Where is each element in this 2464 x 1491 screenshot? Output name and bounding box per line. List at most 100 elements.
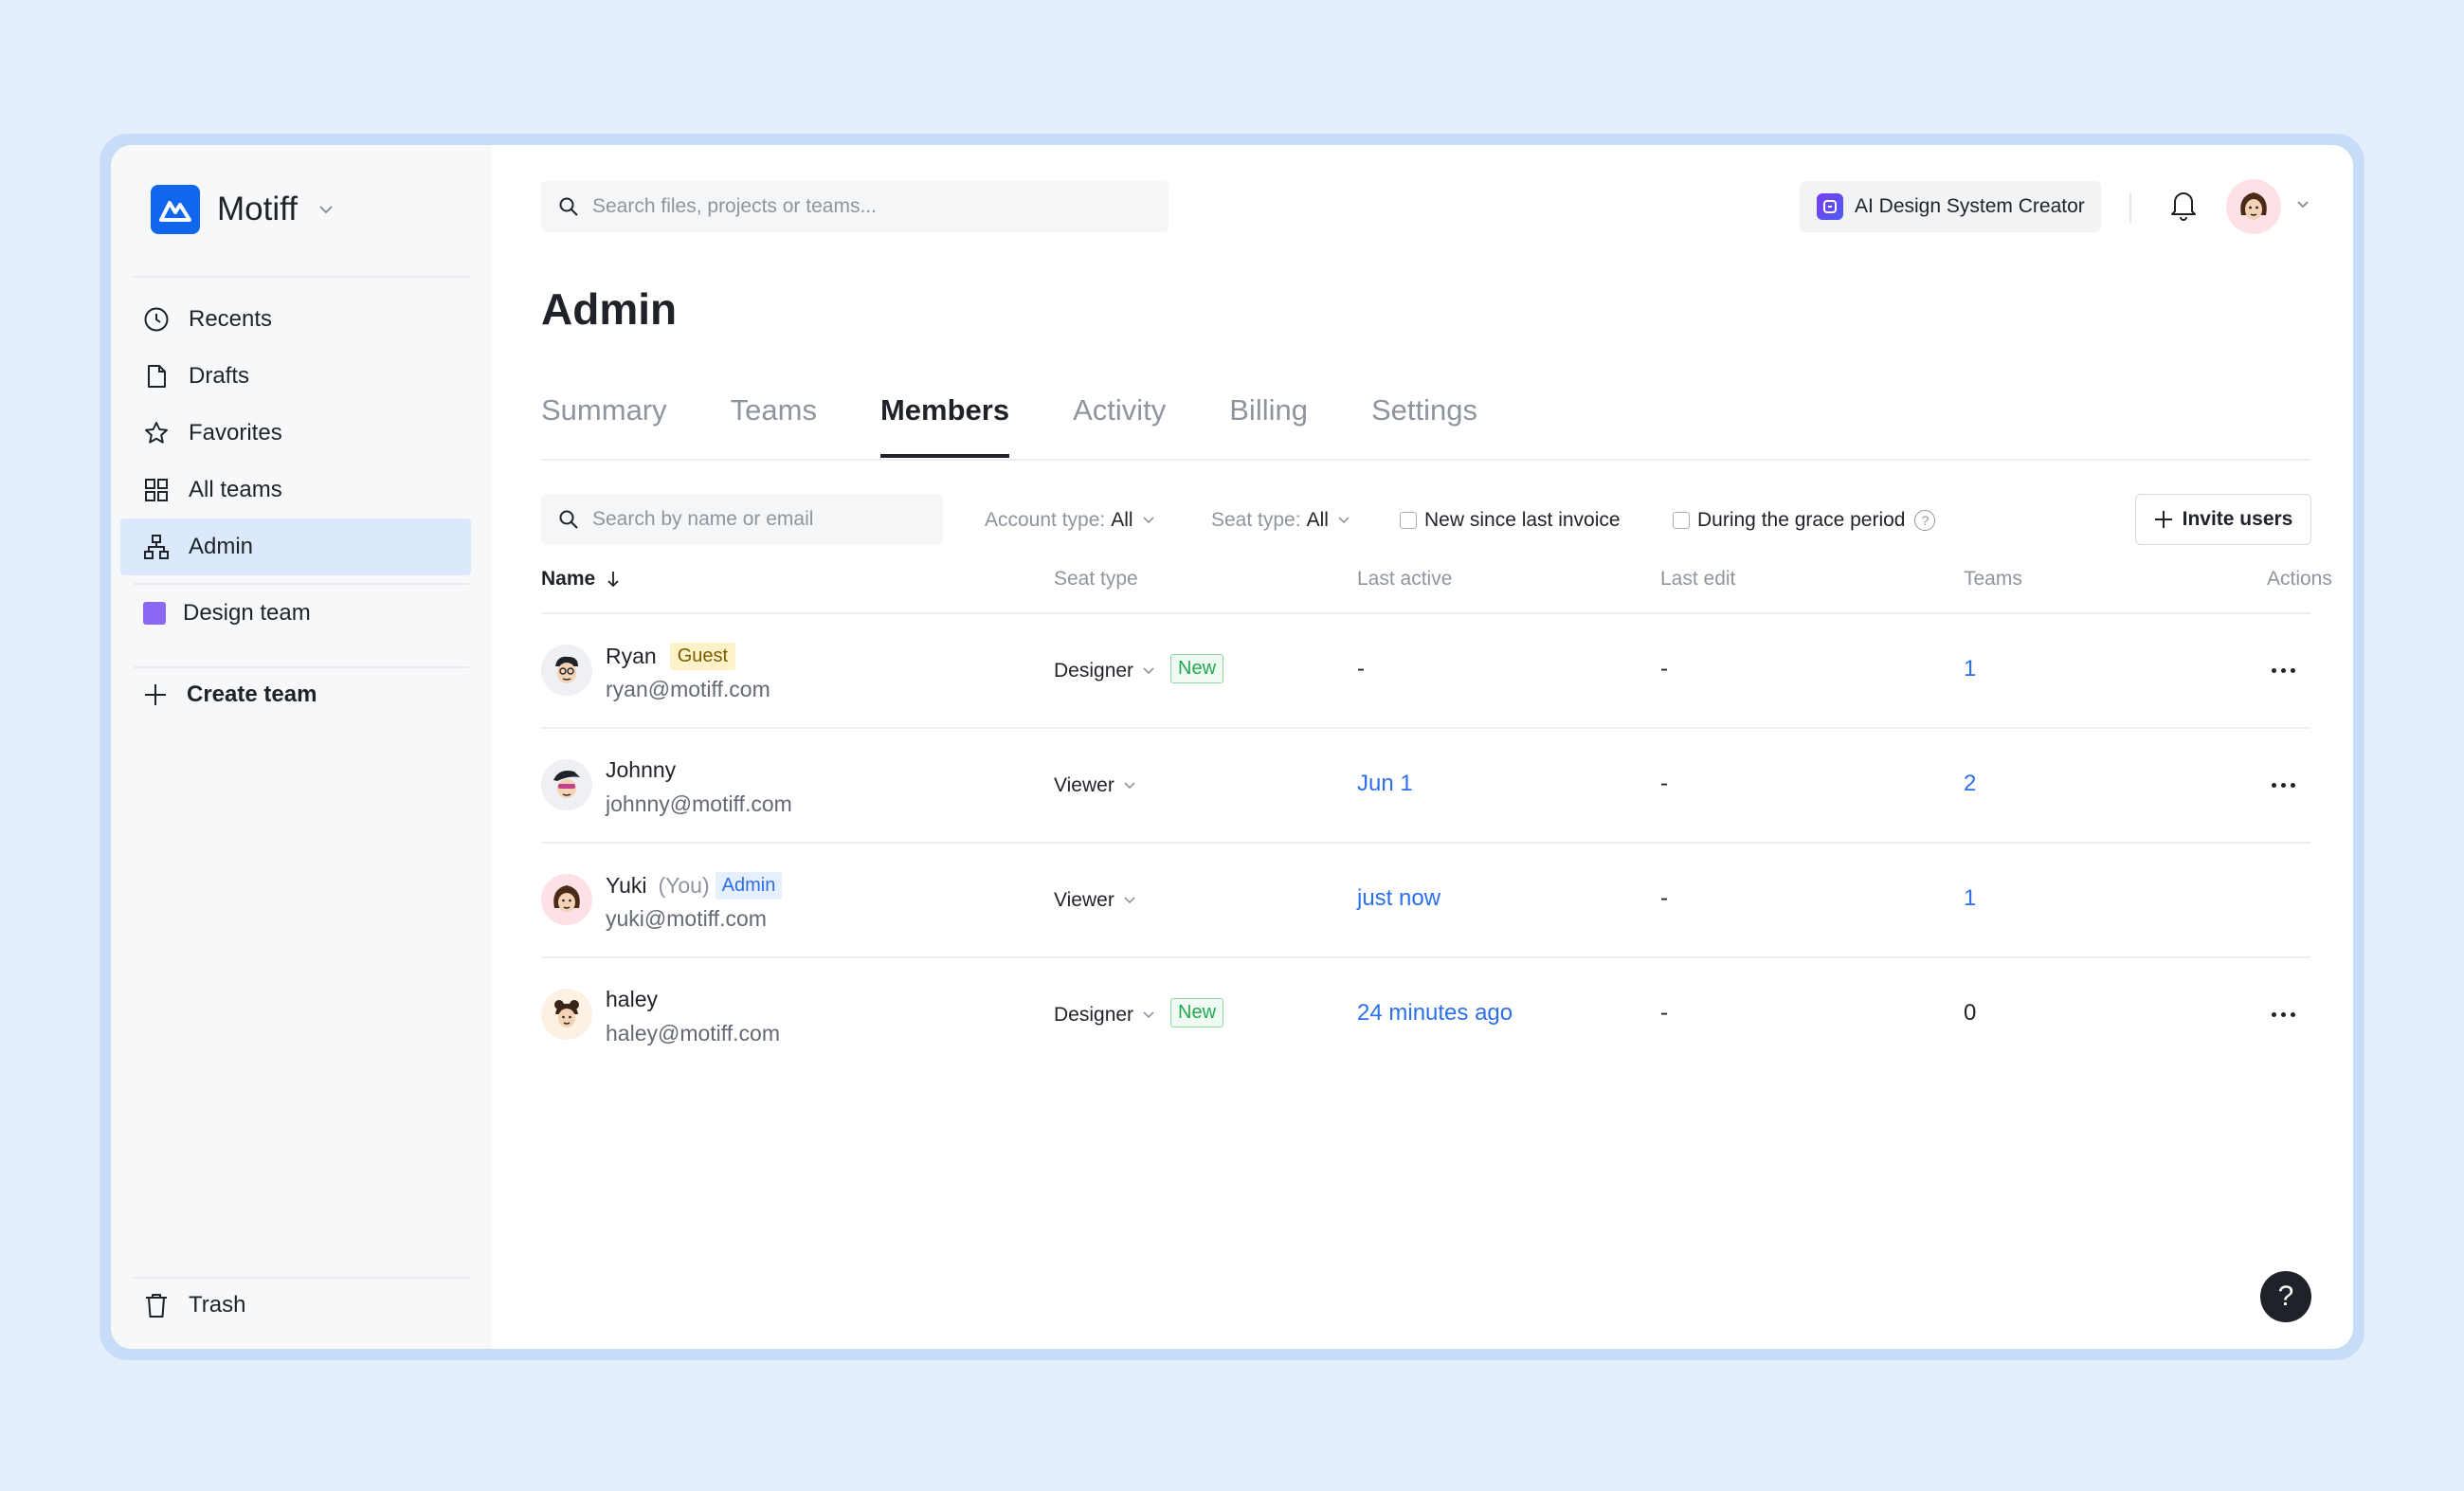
tab-activity[interactable]: Activity: [1073, 393, 1166, 462]
ai-button-label: AI Design System Creator: [1855, 195, 2085, 217]
divider: [2129, 192, 2131, 223]
table-row: Johnny johnny@motiff.com Viewer Jun 1 - …: [541, 727, 2310, 842]
workspace-switcher[interactable]: Motiff: [151, 185, 334, 234]
last-edit-cell: -: [1660, 1000, 1668, 1026]
sidebar-nav: Recents Drafts Favorites All teams Admin: [120, 291, 471, 575]
sidebar-item-design-team[interactable]: Design team: [143, 600, 311, 627]
new-since-invoice-checkbox[interactable]: New since last invoice: [1400, 509, 1621, 532]
member-email: yuki@motiff.com: [606, 906, 767, 931]
seat-type-dropdown[interactable]: Designer: [1054, 1004, 1154, 1027]
file-icon: [148, 365, 166, 388]
last-active-cell: 24 minutes ago: [1357, 1000, 1513, 1026]
tab-teams[interactable]: Teams: [731, 393, 817, 462]
filter-label: Account type:: [985, 509, 1106, 531]
last-edit-cell: -: [1660, 771, 1668, 796]
column-header-seat-type: Seat type: [1054, 568, 1138, 590]
sidebar-item-label: All teams: [189, 477, 282, 502]
invite-users-label: Invite users: [2182, 508, 2293, 530]
checkbox-label: New since last invoice: [1424, 509, 1621, 531]
avatar: [541, 874, 592, 925]
filter-value: All: [1111, 509, 1133, 531]
clock-icon: [144, 307, 169, 332]
more-actions-button[interactable]: [2264, 1000, 2302, 1028]
sidebar-item-label: Recents: [189, 306, 273, 332]
member-search[interactable]: [541, 494, 943, 545]
account-type-filter[interactable]: Account type: All: [985, 509, 1154, 532]
you-tag: (You): [658, 873, 710, 898]
seat-type-dropdown[interactable]: Designer: [1054, 660, 1154, 682]
teams-count-link[interactable]: 1: [1964, 885, 1976, 912]
seat-type-dropdown[interactable]: Viewer: [1054, 889, 1135, 912]
global-search[interactable]: [541, 181, 1169, 232]
search-input[interactable]: [592, 195, 1142, 218]
notifications-button[interactable]: [2169, 189, 2198, 226]
sidebar-item-favorites[interactable]: Favorites: [120, 405, 471, 462]
sidebar-item-recents[interactable]: Recents: [120, 291, 471, 348]
chevron-down-icon: [319, 206, 333, 214]
last-active-cell: just now: [1357, 885, 1441, 911]
avatar-face-icon: [553, 771, 580, 798]
grace-period-checkbox[interactable]: During the grace period ?: [1673, 509, 1936, 532]
sidebar-item-all-teams[interactable]: All teams: [120, 462, 471, 518]
teams-count: 0: [1964, 1000, 1977, 1026]
chevron-down-icon[interactable]: [2296, 200, 2310, 209]
more-actions-button[interactable]: [2264, 771, 2302, 799]
teams-count-link[interactable]: 1: [1964, 656, 1976, 682]
team-label: Design team: [183, 600, 311, 626]
sidebar-item-admin[interactable]: Admin: [120, 518, 471, 575]
user-avatar[interactable]: [2226, 179, 2281, 234]
table-row: Yuki (You) Admin yuki@motiff.com Viewer …: [541, 842, 2310, 956]
divider: [134, 666, 469, 668]
seat-type-dropdown[interactable]: Viewer: [1054, 774, 1135, 797]
grid-icon: [145, 479, 168, 501]
sidebar-item-drafts[interactable]: Drafts: [120, 348, 471, 405]
new-seat-badge: New: [1170, 654, 1224, 683]
checkbox-box[interactable]: [1400, 512, 1417, 529]
checkbox-label: During the grace period: [1697, 509, 1906, 531]
avatar: [541, 759, 592, 810]
column-header-teams: Teams: [1964, 568, 2022, 590]
main-content: AI Design System Creator Admin Summary T…: [492, 145, 2353, 1349]
seat-type-filter[interactable]: Seat type: All: [1211, 509, 1350, 532]
more-actions-button[interactable]: [2264, 656, 2302, 684]
avatar: [541, 645, 592, 696]
member-email: ryan@motiff.com: [606, 677, 770, 701]
table-row: haley haley@motiff.com Designer New 24 m…: [541, 956, 2310, 1071]
ai-design-system-button[interactable]: AI Design System Creator: [1800, 181, 2101, 232]
member-name: haley: [606, 987, 658, 1012]
divider: [134, 1277, 469, 1279]
create-team-label: Create team: [187, 682, 317, 707]
chevron-down-icon: [1143, 667, 1154, 675]
last-active-cell: -: [1357, 656, 1365, 682]
avatar-face-icon: [553, 885, 580, 912]
avatar: [541, 989, 592, 1040]
sidebar-item-label: Favorites: [189, 420, 282, 445]
help-button[interactable]: ?: [2260, 1271, 2311, 1322]
invite-users-button[interactable]: Invite users: [2135, 494, 2311, 545]
column-header-actions: Actions: [2267, 568, 2332, 590]
tab-members[interactable]: Members: [879, 393, 1010, 462]
member-name-text: Yuki: [606, 873, 647, 898]
teams-count-link[interactable]: 2: [1964, 771, 1976, 797]
column-header-last-active: Last active: [1357, 568, 1453, 590]
sidebar-item-label: Drafts: [189, 363, 250, 389]
last-edit-cell: -: [1660, 885, 1668, 911]
plus-icon: [145, 684, 166, 705]
trash-icon: [146, 1294, 167, 1318]
tab-settings[interactable]: Settings: [1371, 393, 1477, 462]
member-search-input[interactable]: [592, 508, 939, 531]
tab-billing[interactable]: Billing: [1229, 393, 1308, 462]
checkbox-box[interactable]: [1673, 512, 1690, 529]
sort-arrow-down-icon: [607, 572, 619, 588]
member-name-text: Johnny: [606, 757, 677, 782]
bell-icon: [2171, 192, 2196, 221]
column-header-name[interactable]: Name: [541, 568, 620, 591]
seat-type-value: Viewer: [1054, 889, 1114, 911]
help-icon[interactable]: ?: [1914, 510, 1936, 531]
create-team-button[interactable]: Create team: [143, 682, 317, 708]
filter-label: Seat type:: [1211, 509, 1301, 531]
tab-summary[interactable]: Summary: [541, 393, 667, 462]
sidebar-item-trash[interactable]: Trash: [143, 1292, 245, 1318]
seat-type-value: Viewer: [1054, 774, 1114, 796]
member-email: johnny@motiff.com: [606, 791, 792, 816]
